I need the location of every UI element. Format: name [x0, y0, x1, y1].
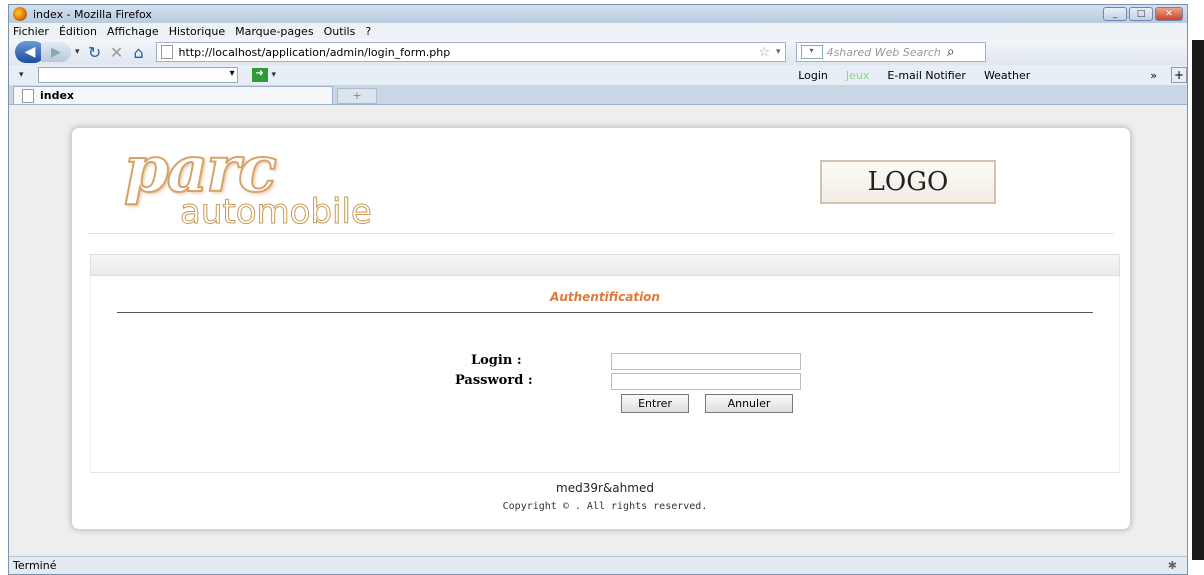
- toolbar-dropdown-icon[interactable]: ▾: [19, 70, 24, 80]
- nav-strip: [90, 254, 1120, 276]
- back-arrow-icon: ◀: [24, 44, 36, 60]
- password-input[interactable]: [611, 373, 801, 390]
- toolbar-jeux[interactable]: Jeux: [846, 69, 870, 82]
- go-icon[interactable]: ➜: [251, 68, 268, 82]
- go-dropdown-icon[interactable]: ▾: [272, 70, 277, 80]
- navigation-toolbar: ◀ ▶ ▾ ↻ ✕ ⌂ http://localhost/application…: [9, 39, 1187, 65]
- browser-window: index - Mozilla Firefox _ □ ✕ Fichier Éd…: [8, 4, 1188, 575]
- desktop-edge: [1192, 40, 1204, 560]
- auth-divider: [117, 312, 1093, 313]
- menu-affichage[interactable]: Affichage: [107, 25, 159, 38]
- footer-copyright: Copyright © . All rights reserved.: [502, 501, 708, 512]
- cancel-button[interactable]: Annuler: [705, 394, 793, 413]
- status-activity-icon: ✱: [1167, 559, 1177, 572]
- logo-text: LOGO: [867, 167, 949, 197]
- menu-bar: Fichier Édition Affichage Historique Mar…: [9, 23, 1187, 39]
- status-bar: Terminé ✱: [9, 556, 1187, 574]
- search-placeholder[interactable]: 4shared Web Search: [827, 46, 941, 59]
- login-label: Login :: [471, 353, 522, 368]
- title-bar: index - Mozilla Firefox _ □ ✕: [9, 5, 1187, 23]
- page-icon: [160, 45, 173, 59]
- search-engine-icon[interactable]: ▾: [800, 45, 823, 59]
- reload-icon[interactable]: ↻: [84, 41, 106, 63]
- toolbar-weather[interactable]: Weather: [984, 69, 1030, 82]
- menu-help[interactable]: ?: [365, 25, 371, 38]
- window-controls: _ □ ✕: [1103, 7, 1187, 21]
- menu-fichier[interactable]: Fichier: [13, 25, 49, 38]
- page-container: parc automobile LOGO Authentification Lo…: [71, 127, 1131, 530]
- menu-historique[interactable]: Historique: [169, 25, 225, 38]
- tab-label: index: [40, 89, 75, 102]
- page-footer: med39r&ahmed Copyright © . All rights re…: [90, 472, 1120, 512]
- page-header: parc automobile LOGO: [88, 128, 1114, 234]
- stop-icon[interactable]: ✕: [106, 41, 128, 63]
- menu-marque-pages[interactable]: Marque-pages: [235, 25, 313, 38]
- submit-button[interactable]: Entrer: [621, 394, 689, 413]
- home-icon[interactable]: ⌂: [128, 41, 150, 63]
- firefox-icon: [13, 7, 27, 21]
- search-bar[interactable]: ▾ 4shared Web Search ⌕: [795, 42, 986, 62]
- toolbar-login[interactable]: Login: [798, 69, 828, 82]
- new-tab-button[interactable]: +: [337, 88, 377, 104]
- search-icon[interactable]: ⌕: [947, 44, 955, 60]
- history-dropdown-icon[interactable]: ▾: [75, 47, 80, 57]
- toolbar-add-icon[interactable]: +: [1171, 67, 1187, 83]
- status-text: Terminé: [13, 559, 57, 572]
- login-section: Authentification Login : Password : Entr…: [90, 276, 1120, 472]
- minimize-button[interactable]: _: [1103, 7, 1127, 21]
- brand-logo: parc automobile: [123, 131, 454, 233]
- forward-button[interactable]: ▶: [41, 42, 71, 62]
- close-button[interactable]: ✕: [1155, 7, 1183, 21]
- window-title: index - Mozilla Firefox: [33, 7, 152, 21]
- tab-index[interactable]: index: [13, 86, 333, 104]
- maximize-button[interactable]: □: [1129, 7, 1153, 21]
- menu-edition[interactable]: Édition: [59, 25, 97, 38]
- tab-bar: index +: [9, 85, 1187, 105]
- url-bar[interactable]: http://localhost/application/admin/login…: [155, 42, 786, 62]
- toolbar-more-icon[interactable]: »: [1150, 69, 1157, 82]
- forward-arrow-icon: ▶: [51, 44, 61, 60]
- url-text[interactable]: http://localhost/application/admin/login…: [179, 46, 451, 59]
- footer-author: med39r&ahmed: [556, 481, 654, 495]
- brand-subtitle: automobile: [180, 192, 373, 233]
- login-input[interactable]: [611, 353, 801, 370]
- page-viewport: parc automobile LOGO Authentification Lo…: [9, 105, 1187, 555]
- menu-outils[interactable]: Outils: [324, 25, 356, 38]
- tab-page-icon: [22, 88, 34, 103]
- toolbar-select[interactable]: [37, 67, 238, 83]
- password-label: Password :: [455, 373, 533, 388]
- extension-toolbar: ▾ ➜ ▾ Login Jeux E-mail Notifier Weather…: [9, 65, 1187, 85]
- auth-title: Authentification: [550, 290, 660, 304]
- logo-placeholder: LOGO: [820, 160, 996, 204]
- bookmark-star-icon[interactable]: ☆: [758, 45, 770, 60]
- toolbar-email-notifier[interactable]: E-mail Notifier: [887, 69, 966, 82]
- url-dropdown-icon[interactable]: ▾: [776, 47, 781, 57]
